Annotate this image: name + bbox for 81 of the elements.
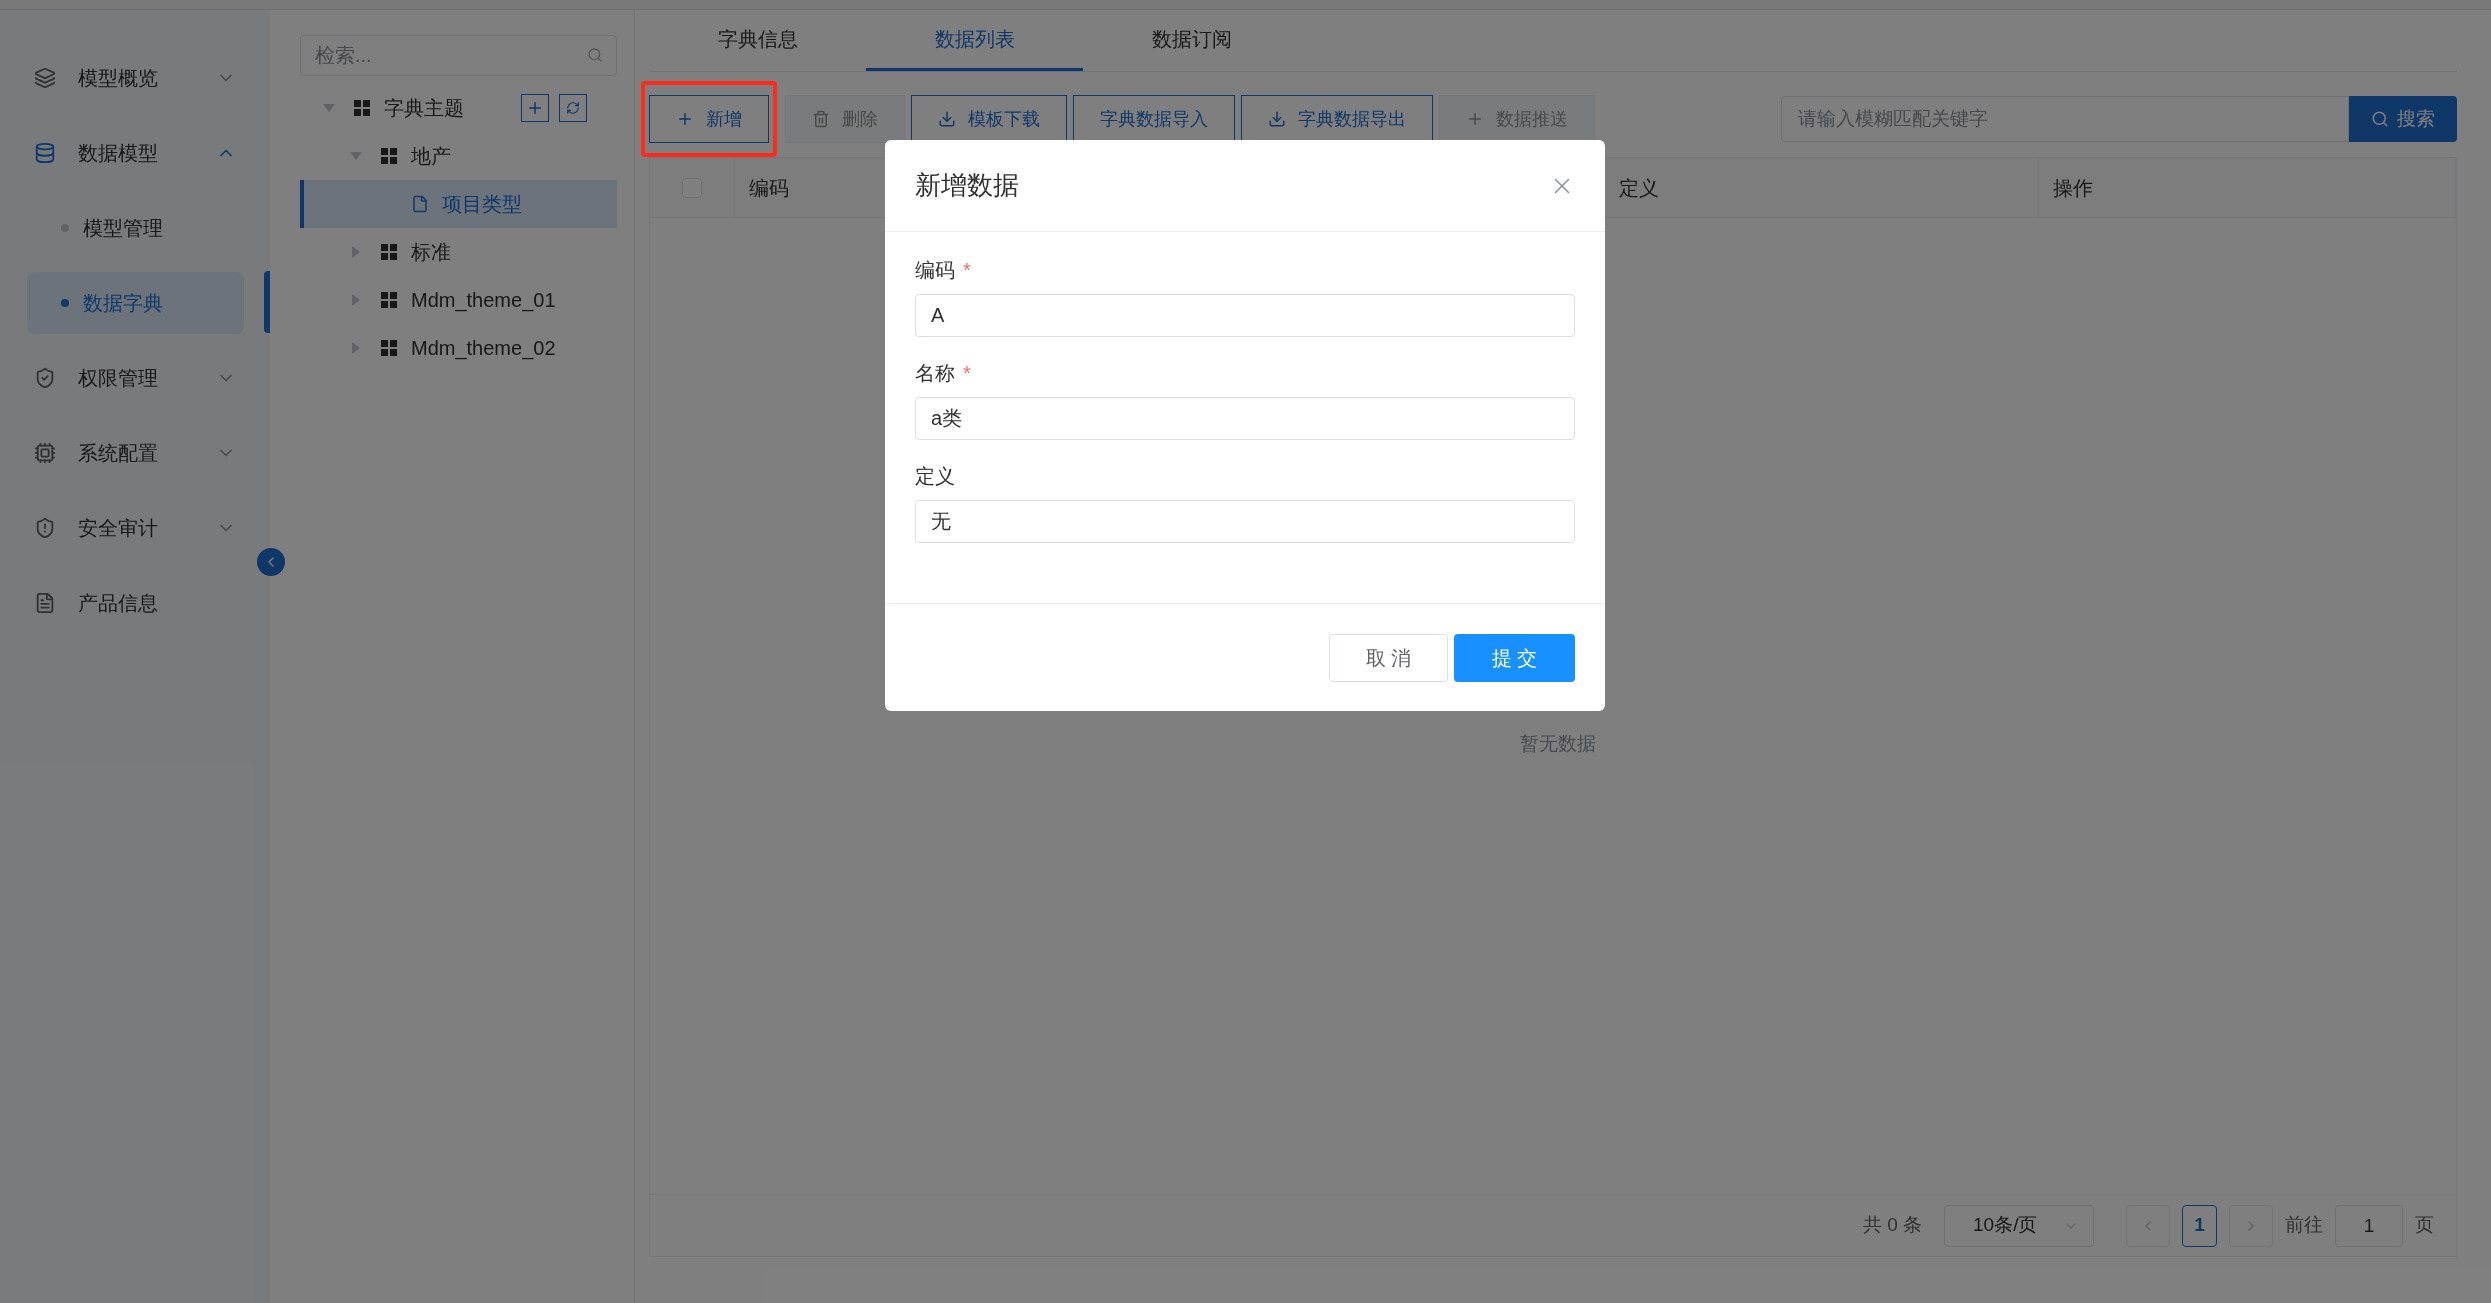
column-header: 定义 [1619, 175, 1659, 201]
chip-icon [34, 441, 56, 464]
tab[interactable]: 字典信息 [649, 10, 866, 71]
toolbar-button[interactable]: 新增 [649, 95, 769, 143]
sidebar-label: 数据模型 [78, 140, 159, 166]
tree-node[interactable]: 项目类型 [300, 180, 617, 228]
search-icon [587, 47, 603, 63]
sidebar-label: 权限管理 [78, 365, 159, 391]
sidebar-item[interactable]: 权限管理 [0, 340, 270, 415]
tree-node[interactable]: Mdm_theme_02 [300, 324, 617, 372]
refresh-icon [566, 101, 580, 115]
collapse-sidebar-button[interactable] [257, 548, 285, 576]
tree-label: Mdm_theme_02 [411, 336, 556, 362]
submit-button[interactable]: 提 交 [1454, 633, 1575, 682]
bullet-icon [61, 223, 69, 232]
required-mark: * [963, 361, 971, 386]
dialog-title: 新增数据 [915, 169, 1019, 202]
refresh-button[interactable] [559, 94, 587, 122]
search-field[interactable]: 检索... [300, 35, 617, 76]
active-indicator [264, 271, 270, 333]
sidebar-item[interactable]: 系统配置 [0, 415, 270, 490]
database-icon [34, 141, 56, 164]
tree-label: 标准 [411, 240, 451, 265]
tree-label: 项目类型 [442, 192, 522, 217]
input-field[interactable]: A [915, 294, 1575, 337]
add-button[interactable] [521, 94, 549, 122]
goto-page-field[interactable]: 1 [2335, 1204, 2403, 1247]
field-label: 名称 [915, 361, 955, 386]
page-suffix: 页 [2415, 1213, 2434, 1238]
search-icon [2371, 110, 2389, 128]
sidebar-subitem[interactable]: 模型管理 [27, 196, 244, 259]
document-icon [411, 195, 429, 213]
tree-label: Mdm_theme_01 [411, 288, 556, 314]
layers-icon [34, 66, 56, 89]
tree-node[interactable]: Mdm_theme_01 [300, 276, 617, 324]
total-count: 共 0 条 [1862, 1213, 1922, 1238]
plus-icon [676, 110, 694, 128]
sidebar-label: 模型概览 [78, 65, 159, 91]
field-label: 编码 [915, 258, 955, 283]
trash-icon [812, 110, 830, 128]
sidebar-label: 安全审计 [78, 515, 159, 541]
sidebar-item[interactable]: 数据模型 [0, 115, 270, 190]
search-button[interactable]: 搜索 [2349, 96, 2457, 142]
document-icon [34, 591, 56, 614]
column-header: 操作 [2053, 175, 2093, 201]
page-size-select[interactable]: 10条/页 [1944, 1204, 2094, 1247]
download-icon [1268, 110, 1286, 128]
column-header: 编码 [749, 175, 789, 201]
tree-node[interactable]: 字典主题 [300, 84, 617, 132]
toolbar-button[interactable]: 模板下载 [911, 95, 1067, 143]
download-icon [938, 110, 956, 128]
page-button[interactable]: 1 [2182, 1204, 2217, 1247]
input-field[interactable]: 无 [915, 500, 1575, 543]
sidebar-label: 产品信息 [78, 590, 159, 616]
sidebar-item[interactable]: 模型概览 [0, 40, 270, 115]
cancel-button[interactable]: 取 消 [1329, 633, 1448, 682]
grid-icon [381, 340, 397, 356]
tree-node[interactable]: 标准 [300, 228, 617, 276]
field-label: 定义 [915, 464, 955, 489]
plus-icon [1466, 110, 1484, 128]
tree-label: 地产 [411, 144, 451, 169]
sidebar-label: 系统配置 [78, 440, 159, 466]
grid-icon [354, 100, 370, 116]
goto-label: 前往 [2285, 1213, 2323, 1238]
tree-node[interactable]: 地产 [300, 132, 617, 180]
plus-icon [526, 99, 544, 117]
tab[interactable]: 数据列表 [866, 10, 1083, 71]
bullet-icon [61, 298, 69, 307]
required-mark: * [963, 258, 971, 283]
grid-icon [381, 148, 397, 164]
keyword-field[interactable]: 请输入模糊匹配关键字 [1781, 96, 2349, 142]
sidebar-subitem[interactable]: 数据字典 [27, 271, 244, 334]
tree-label: 字典主题 [384, 96, 464, 121]
input-field[interactable]: a类 [915, 397, 1575, 440]
toolbar-button[interactable]: 字典数据导入 [1073, 95, 1235, 143]
shield-icon [34, 366, 56, 389]
toolbar-button[interactable]: 字典数据导出 [1241, 95, 1433, 143]
grid-icon [381, 292, 397, 308]
tab[interactable]: 数据订阅 [1083, 10, 1300, 71]
grid-icon [381, 244, 397, 260]
shield-icon [34, 516, 56, 539]
